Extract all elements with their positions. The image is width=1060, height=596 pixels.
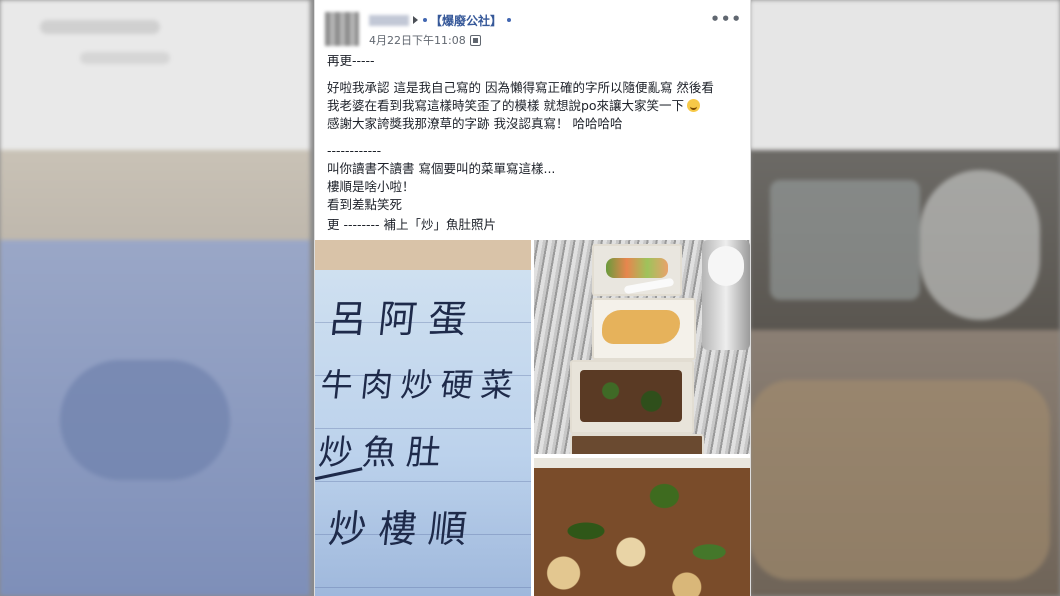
facebook-post: 【爆廢公社】 4月22日下午11:08 ••• 再更----- 好啦我承認 這是…	[314, 0, 751, 596]
stir-fry-photo[interactable]	[534, 458, 750, 596]
page-name-link[interactable]: 【爆廢公社】	[430, 12, 502, 29]
handwritten-menu-photo[interactable]: 呂阿蛋 牛肉炒硬菜 炒魚肚 炒樓順	[315, 240, 531, 596]
post-meta: 4月22日下午11:08	[369, 32, 481, 48]
post-line: 叫你讀書不讀書 寫個要叫的菜單寫這樣...	[327, 161, 556, 176]
post-timestamp[interactable]: 4月22日下午11:08	[369, 32, 466, 48]
handwriting-line: 呂阿蛋	[326, 297, 481, 341]
post-line: 更 -------- 補上「炒」魚肚照片	[327, 217, 497, 232]
blurred-author-name[interactable]	[369, 14, 409, 26]
post-line: 看到差點笑死	[327, 197, 403, 212]
post-line: 好啦我承認 這是我自己寫的 因為懶得寫正確的字所以隨便亂寫 然後看	[327, 80, 714, 95]
arrow-right-icon	[413, 16, 418, 24]
post-line: ------------	[327, 143, 382, 158]
post-line: 我老婆在看到我寫這樣時笑歪了的模樣 就想說po來讓大家笑一下	[327, 97, 738, 115]
photo-grid: 呂阿蛋 牛肉炒硬菜 炒魚肚 炒樓順	[315, 240, 750, 596]
post-line: 感謝大家誇獎我那潦草的字跡 我沒認真寫！ 哈哈哈哈	[327, 116, 623, 131]
handwriting-line: 炒樓順	[326, 507, 481, 551]
handwriting-line: 牛肉炒硬菜	[318, 366, 523, 404]
takeout-boxes-photo[interactable]	[534, 240, 750, 454]
post-line: 樓順是啥小啦！	[327, 179, 415, 194]
smile-emoji-icon	[687, 99, 701, 112]
dot-icon	[507, 18, 512, 22]
more-options-button[interactable]: •••	[710, 10, 742, 28]
author-row: 【爆廢公社】	[369, 11, 514, 29]
avatar[interactable]	[325, 12, 359, 46]
background-left-blur	[0, 0, 310, 596]
dot-icon	[423, 18, 427, 22]
post-line: 再更-----	[327, 53, 375, 68]
background-right-blur	[750, 0, 1060, 596]
globe-icon	[469, 34, 481, 46]
post-text: 再更----- 好啦我承認 這是我自己寫的 因為懶得寫正確的字所以隨便亂寫 然後…	[315, 52, 750, 234]
handwriting-line: 炒魚肚	[316, 433, 453, 473]
post-header: 【爆廢公社】 4月22日下午11:08 •••	[315, 0, 750, 52]
